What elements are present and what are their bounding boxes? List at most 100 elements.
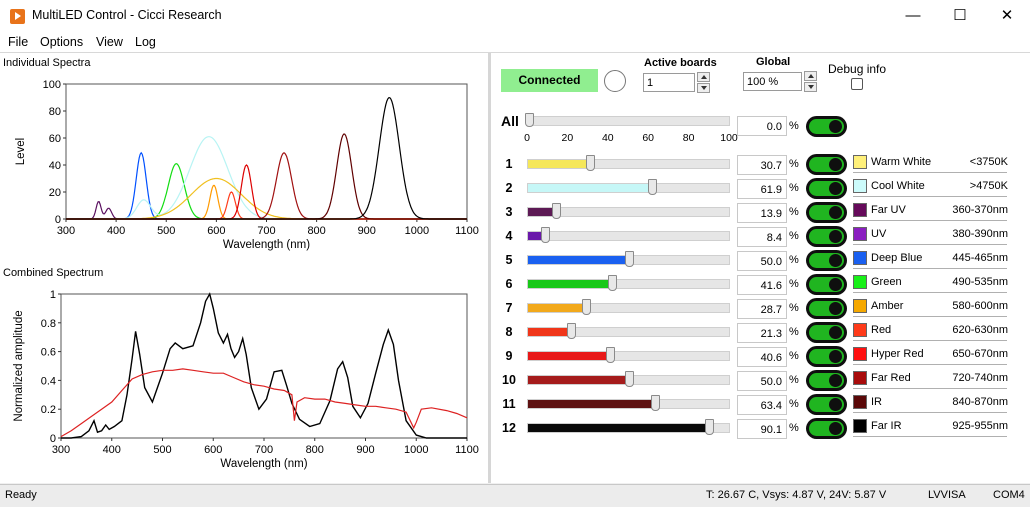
slider-thumb[interactable] <box>551 203 561 219</box>
led-slider[interactable] <box>527 419 730 435</box>
y-tick-label: 0 <box>55 214 61 226</box>
status-ready: Ready <box>5 489 37 501</box>
led-toggle[interactable] <box>806 418 847 439</box>
led-color-swatch <box>853 227 867 241</box>
led-slider[interactable] <box>527 179 730 195</box>
slider-fill <box>528 160 590 168</box>
led-toggle[interactable] <box>806 370 847 391</box>
led-slider[interactable] <box>527 323 730 339</box>
status-led <box>604 70 626 92</box>
active-boards-input[interactable]: 1 <box>643 73 695 92</box>
global-input[interactable]: 100 % <box>743 72 802 91</box>
led-value[interactable]: 30.7 <box>737 155 787 175</box>
led-name: Cool White <box>871 180 925 192</box>
led-row: 10 50.0% Far Red 720-740nm <box>491 369 1030 393</box>
menu-options[interactable]: Options <box>40 35 83 49</box>
slider-fill <box>528 376 629 384</box>
led-value[interactable]: 28.7 <box>737 299 787 319</box>
led-value[interactable]: 50.0 <box>737 371 787 391</box>
led-toggle[interactable] <box>806 274 847 295</box>
led-toggle[interactable] <box>806 202 847 223</box>
pct-label: % <box>789 302 799 314</box>
toggle-track <box>809 421 844 436</box>
connected-indicator: Connected <box>501 69 598 92</box>
led-color-swatch <box>853 323 867 337</box>
slider-thumb[interactable] <box>648 179 658 195</box>
led-row: 3 13.9% Far UV 360-370nm <box>491 201 1030 225</box>
led-name: Green <box>871 276 902 288</box>
led-name: Warm White <box>871 156 932 168</box>
led-toggle[interactable] <box>806 250 847 271</box>
slider-thumb[interactable] <box>651 395 661 411</box>
led-slider[interactable] <box>527 275 730 291</box>
slider-thumb[interactable] <box>705 419 715 435</box>
led-underline <box>853 220 1007 221</box>
slider-thumb[interactable] <box>624 371 634 387</box>
menu-log[interactable]: Log <box>135 35 156 49</box>
slider-thumb[interactable] <box>605 347 615 363</box>
led-value[interactable]: 21.3 <box>737 323 787 343</box>
pct-label: % <box>789 422 799 434</box>
all-toggle[interactable] <box>806 116 847 137</box>
led-toggle[interactable] <box>806 226 847 247</box>
led-toggle[interactable] <box>806 154 847 175</box>
x-tick-label: 300 <box>57 225 75 237</box>
led-range: 490-535nm <box>952 276 1008 288</box>
led-value[interactable]: 61.9 <box>737 179 787 199</box>
led-slider[interactable] <box>527 371 730 387</box>
y-axis-label: Normalized amplitude <box>13 310 25 421</box>
led-slider[interactable] <box>527 299 730 315</box>
led-row: 2 61.9% Cool White >4750K <box>491 177 1030 201</box>
x-tick-label: 700 <box>257 225 275 237</box>
active-boards-spinner[interactable] <box>697 72 710 93</box>
slider-thumb[interactable] <box>566 323 576 339</box>
led-value[interactable]: 40.6 <box>737 347 787 367</box>
led-value[interactable]: 90.1 <box>737 419 787 439</box>
x-tick-label: 600 <box>204 444 222 456</box>
slider-thumb[interactable] <box>540 227 550 243</box>
debug-info-checkbox[interactable] <box>851 78 863 90</box>
global-spinner[interactable] <box>804 71 817 92</box>
decrement-icon[interactable] <box>697 83 710 93</box>
menu-view[interactable]: View <box>96 35 123 49</box>
led-name: Far Red <box>871 372 911 384</box>
led-value[interactable]: 50.0 <box>737 251 787 271</box>
status-port: COM4 <box>993 489 1025 501</box>
slider-thumb[interactable] <box>607 275 617 291</box>
maximize-button[interactable]: ☐ <box>937 0 983 32</box>
led-slider[interactable] <box>527 395 730 411</box>
led-slider[interactable] <box>527 227 730 243</box>
increment-icon[interactable] <box>697 72 710 82</box>
slider-thumb[interactable] <box>624 251 634 267</box>
close-button[interactable]: ✕ <box>984 0 1030 32</box>
led-slider[interactable] <box>527 203 730 219</box>
led-value[interactable]: 41.6 <box>737 275 787 295</box>
led-toggle[interactable] <box>806 394 847 415</box>
slider-thumb[interactable] <box>585 155 595 171</box>
led-color-swatch <box>853 251 867 265</box>
led-toggle[interactable] <box>806 298 847 319</box>
x-tick-label: 400 <box>103 444 121 456</box>
increment-icon[interactable] <box>804 71 817 81</box>
slider-thumb[interactable] <box>581 299 591 315</box>
led-slider[interactable] <box>527 347 730 363</box>
led-name: Red <box>871 324 892 336</box>
toggle-track <box>809 373 844 388</box>
slider-thumb[interactable] <box>525 113 534 127</box>
led-toggle[interactable] <box>806 178 847 199</box>
led-row: 5 50.0% Deep Blue 445-465nm <box>491 249 1030 273</box>
led-value[interactable]: 8.4 <box>737 227 787 247</box>
led-slider[interactable] <box>527 251 730 267</box>
minimize-button[interactable]: — <box>890 0 936 32</box>
y-tick-label: 0.2 <box>41 404 56 416</box>
all-value[interactable]: 0.0 <box>737 116 787 136</box>
decrement-icon[interactable] <box>804 82 817 92</box>
all-slider[interactable] <box>525 113 730 127</box>
led-toggle[interactable] <box>806 322 847 343</box>
led-channel-number: 6 <box>505 277 513 291</box>
led-value[interactable]: 63.4 <box>737 395 787 415</box>
led-slider[interactable] <box>527 155 730 171</box>
led-toggle[interactable] <box>806 346 847 367</box>
led-value[interactable]: 13.9 <box>737 203 787 223</box>
menu-file[interactable]: File <box>8 35 28 49</box>
